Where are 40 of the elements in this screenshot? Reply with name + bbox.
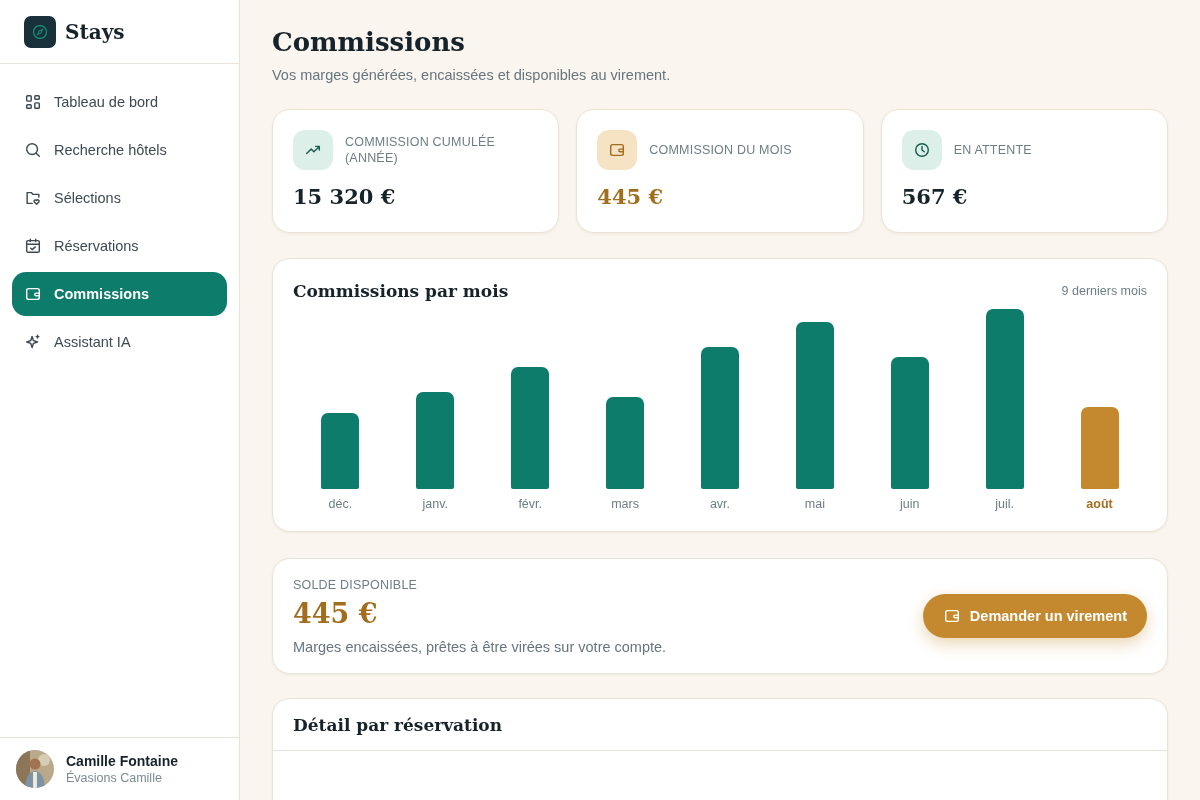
month-label: déc. — [328, 497, 353, 511]
month-label: juil. — [995, 497, 1015, 511]
month-label: avr. — [709, 497, 731, 511]
grid-icon — [24, 93, 42, 111]
stat-label: EN ATTENTE — [953, 142, 1032, 158]
stat-value: 445 € — [597, 184, 665, 209]
month-label: mai — [804, 497, 825, 511]
page-subtitle: Vos marges générées, encaissées et disponibles au virement. — [272, 67, 672, 83]
user-name: Camille Fontaine — [66, 753, 179, 769]
balance-label: SOLDE DISPONIBLE — [293, 577, 419, 593]
folder-heart-icon — [24, 189, 42, 207]
calendar-check-icon — [24, 237, 42, 255]
stat-label: COMMISSION DU MOIS — [649, 142, 792, 158]
stat-label: COMMISSION CUMULÉE (ANNÉE) — [345, 134, 497, 166]
month-label: févr. — [518, 497, 542, 511]
agency-name: Évasions Camille — [66, 771, 163, 785]
stat-value: 15 320 € — [293, 184, 397, 209]
month-label: juin — [900, 497, 920, 511]
balance-value: 445 € — [293, 597, 379, 631]
compass-logo-icon — [24, 15, 56, 48]
wallet-icon — [942, 607, 961, 625]
chart-title: Commissions par mois — [293, 281, 509, 301]
sparkle-icon — [24, 333, 42, 351]
month-label: mars — [611, 497, 639, 511]
brand-name: Stays — [65, 19, 125, 44]
page-title: Commissions — [272, 26, 466, 59]
nav-item[interactable]: Assistant IA — [12, 320, 227, 364]
wallet-icon — [24, 285, 42, 303]
nav-item[interactable]: Réservations — [12, 224, 227, 268]
search-icon — [24, 141, 42, 159]
nav-item[interactable]: Tableau de bord — [12, 80, 227, 124]
nav-item[interactable]: Sélections — [12, 176, 227, 220]
period-label: 9 derniers mois — [1061, 284, 1147, 298]
nav-item[interactable]: Commissions — [12, 272, 227, 316]
balance-note: Marges encaissées, prêtes à être virées sur votre compte. — [293, 639, 667, 655]
detail-title: Détail par réservation — [273, 699, 1167, 751]
month-label: janv. — [422, 497, 449, 511]
stat-value: 567 € — [901, 184, 969, 209]
month-label: août — [1086, 497, 1113, 511]
nav-item[interactable]: Recherche hôtels — [12, 128, 227, 172]
